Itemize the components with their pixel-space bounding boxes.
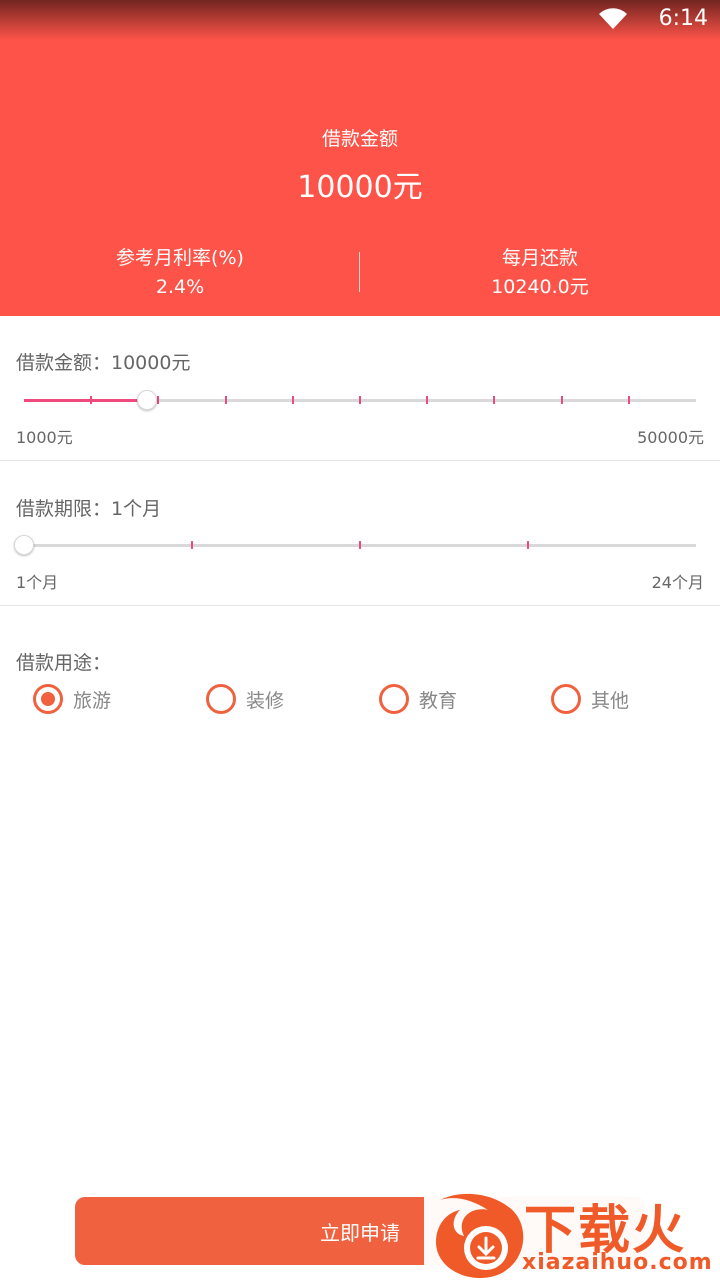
purpose-option-education[interactable]: 教育 <box>379 682 457 716</box>
status-time: 6:14 <box>658 6 708 31</box>
slider-tick <box>493 396 496 404</box>
flame-logo-icon <box>436 1193 524 1278</box>
radio-icon[interactable] <box>379 684 409 714</box>
status-bar: 6:14 <box>0 0 720 40</box>
purpose-option-label: 其他 <box>591 689 630 712</box>
purpose-option-travel[interactable]: 旅游 <box>33 682 111 716</box>
slider-tick <box>191 541 193 549</box>
radio-icon[interactable] <box>206 684 236 714</box>
slider-tick <box>90 396 93 404</box>
summary-header: 6:14 借款金额 10000元 参考月利率(%) 2.4% 每月还款 1024… <box>0 0 720 316</box>
slider-tick <box>224 396 227 404</box>
section-divider <box>0 605 720 606</box>
slider-tick <box>359 541 361 549</box>
header-amount-label: 借款金额 <box>321 128 398 150</box>
loan-calculator-screen: 6:14 借款金额 10000元 参考月利率(%) 2.4% 每月还款 1024… <box>0 0 720 1280</box>
loan-term-slider-thumb[interactable] <box>14 535 34 555</box>
monthly-rate-value: 2.4% <box>155 276 205 298</box>
slider-tick <box>627 396 630 404</box>
monthly-rate-label: 参考月利率(%) <box>116 247 244 269</box>
loan-amount-slider[interactable] <box>24 390 696 410</box>
wifi-icon <box>599 8 627 29</box>
loan-amount-title: 借款金额：10000元 <box>16 352 191 374</box>
loan-amount-max-label: 50000元 <box>637 428 704 447</box>
slider-tick <box>157 396 160 404</box>
loan-amount-slider-fill <box>24 399 148 402</box>
loan-term-slider[interactable] <box>14 535 696 555</box>
monthly-payment-label: 每月还款 <box>501 247 578 269</box>
slider-tick <box>359 396 361 404</box>
purpose-option-label: 旅游 <box>73 689 112 712</box>
loan-purpose-title: 借款用途： <box>16 652 112 674</box>
slider-tick <box>291 396 294 404</box>
purpose-option-renovation[interactable]: 装修 <box>206 682 284 716</box>
loan-term-min-label: 1个月 <box>16 573 59 592</box>
loan-amount-slider-thumb[interactable] <box>137 390 158 410</box>
slider-tick <box>527 541 529 549</box>
monthly-rate-stat: 参考月利率(%) 2.4% <box>0 244 360 302</box>
watermark: 下载火 xiazaihuo.com <box>424 1186 720 1280</box>
loan-amount-min-label: 1000元 <box>16 428 73 447</box>
section-divider <box>0 460 720 461</box>
purpose-option-label: 教育 <box>419 689 458 712</box>
radio-icon[interactable] <box>33 684 63 714</box>
purpose-option-other[interactable]: 其他 <box>551 682 629 716</box>
header-amount-value: 10000元 <box>297 170 423 205</box>
monthly-payment-value: 10240.0元 <box>491 276 589 298</box>
watermark-url: xiazaihuo.com <box>522 1250 713 1275</box>
purpose-option-label: 装修 <box>246 689 285 712</box>
slider-tick <box>426 396 429 404</box>
loan-term-title: 借款期限：1个月 <box>16 498 162 520</box>
loan-term-max-label: 24个月 <box>651 573 704 592</box>
slider-tick <box>560 396 563 404</box>
radio-icon[interactable] <box>551 684 581 714</box>
monthly-payment-stat: 每月还款 10240.0元 <box>360 244 720 302</box>
